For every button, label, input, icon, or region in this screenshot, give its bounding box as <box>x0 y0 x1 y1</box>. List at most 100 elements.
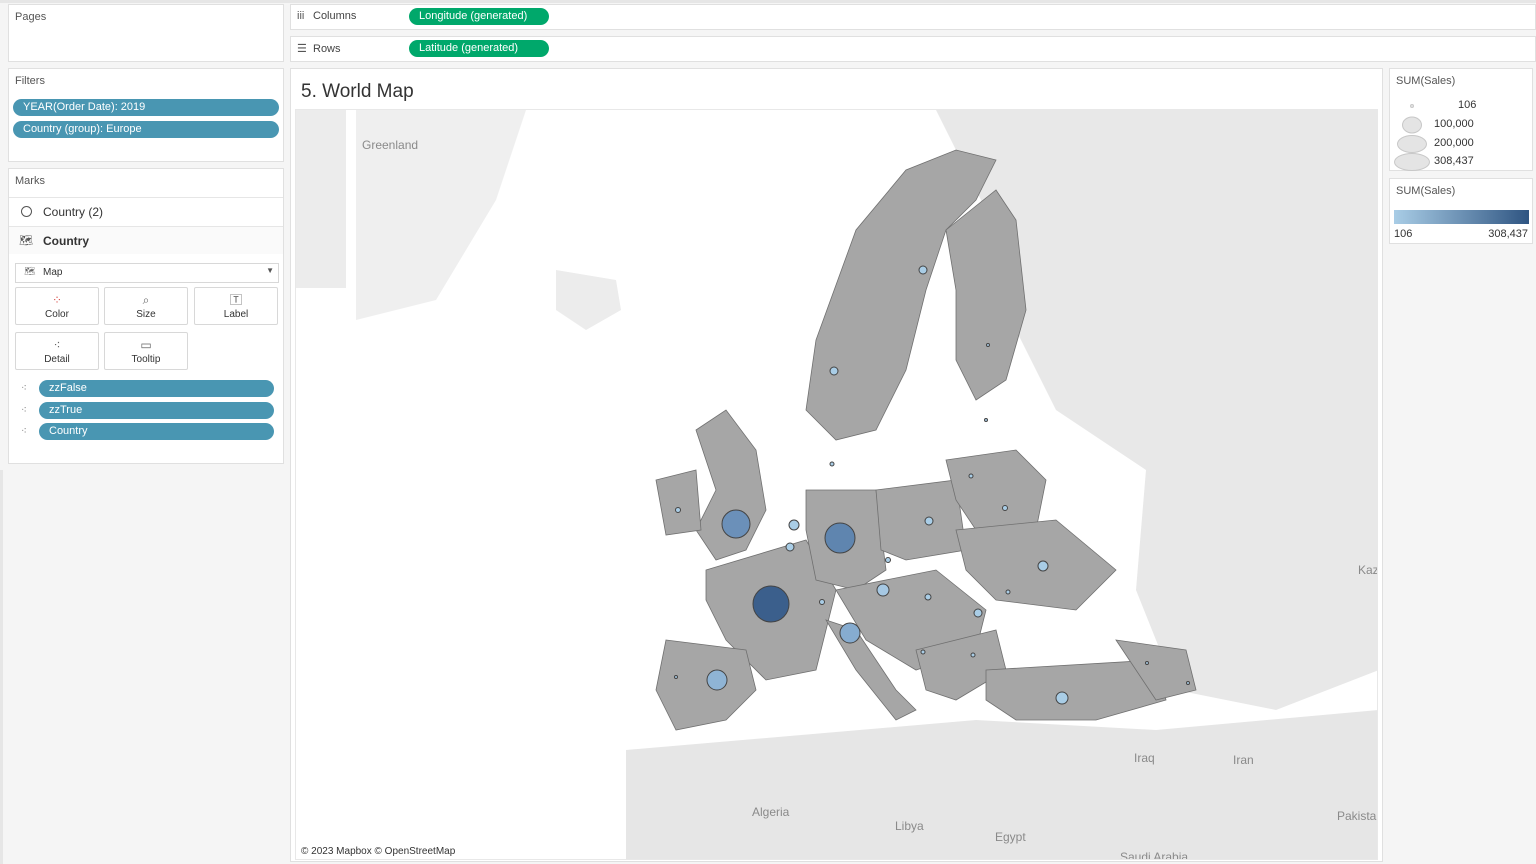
poland-region <box>875 479 967 561</box>
filters-panel: Filters YEAR(Order Date): 2019 Country (… <box>8 68 284 162</box>
size-icon: ⌕ <box>142 293 150 307</box>
sales-circle-belarus[interactable] <box>1002 505 1008 511</box>
color-legend-min: 106 <box>1394 228 1413 240</box>
longitude-pill[interactable]: Longitude (generated) <box>409 8 549 25</box>
detail-button[interactable]: ⁖ Detail <box>15 332 99 370</box>
map-svg[interactable]: Greenland Kaz Iraq Iran Algeria Libya Eg… <box>296 110 1378 860</box>
map-label: Kaz <box>1358 563 1378 577</box>
columns-icon: iii <box>297 10 305 22</box>
sales-circle-germany[interactable] <box>824 522 856 554</box>
sales-circle-denmark[interactable] <box>829 461 835 467</box>
sales-circle-azerbaijan[interactable] <box>1186 681 1190 685</box>
sales-circle-italy[interactable] <box>839 622 861 644</box>
sales-circle-sweden[interactable] <box>918 265 928 275</box>
sales-circle-portugal[interactable] <box>674 675 678 679</box>
detail-icon: ⁖ <box>21 383 27 394</box>
sales-circle-turkey[interactable] <box>1055 691 1069 705</box>
size-legend-row: 100,000 <box>1390 116 1530 134</box>
sheet-title: 5. World Map <box>301 81 414 102</box>
size-legend-title: SUM(Sales) <box>1396 75 1456 87</box>
field-pill-country[interactable]: Country <box>39 423 274 440</box>
filter-pill-country-group[interactable]: Country (group): Europe <box>13 121 279 138</box>
marks-layer-label: Country <box>43 234 89 248</box>
sales-circle-bulgaria[interactable] <box>970 652 976 658</box>
marks-panel: Marks Country (2) 🗺 Country 🗺 Map ▼ ⁘ Col… <box>8 168 284 464</box>
color-legend-title: SUM(Sales) <box>1396 185 1456 197</box>
circle-icon <box>21 206 32 217</box>
map-label: Iran <box>1233 753 1254 767</box>
color-icon: ⁘ <box>51 293 63 307</box>
sales-circle-czechia[interactable] <box>885 557 891 563</box>
field-pill-zzfalse[interactable]: zzFalse <box>39 380 274 397</box>
mark-type-dropdown[interactable]: 🗺 Map ▼ <box>15 263 279 283</box>
detail-icon: ⁖ <box>53 338 61 352</box>
sales-circle-france[interactable] <box>752 585 790 623</box>
size-legend-symbol <box>1397 135 1427 153</box>
map-icon: 🗺 <box>19 235 33 247</box>
sales-circle-poland[interactable] <box>924 516 934 526</box>
map-label: Algeria <box>752 805 790 819</box>
map-attribution: © 2023 Mapbox © OpenStreetMap <box>301 846 456 857</box>
columns-label: iii Columns <box>297 10 357 22</box>
marks-layer-label: Country (2) <box>43 205 104 219</box>
map-icon: 🗺 <box>24 266 36 276</box>
filter-pill-year[interactable]: YEAR(Order Date): 2019 <box>13 99 279 116</box>
sales-circle-belgium[interactable] <box>785 542 795 552</box>
sales-circle-spain[interactable] <box>706 669 728 691</box>
marks-title: Marks <box>15 175 45 187</box>
sales-circle-estonia[interactable] <box>984 418 988 422</box>
top-strip <box>0 0 1536 3</box>
map-label: Pakista <box>1337 809 1377 823</box>
size-legend-row: 200,000 <box>1390 135 1530 153</box>
sales-circle-romania[interactable] <box>973 608 983 618</box>
pages-title: Pages <box>15 11 47 23</box>
detail-icon: ⁖ <box>21 405 27 416</box>
sales-circle-norway[interactable] <box>829 366 839 376</box>
filters-title: Filters <box>15 75 45 87</box>
sales-circle-netherlands[interactable] <box>788 519 800 531</box>
map-label: Libya <box>895 819 924 833</box>
map-label: Greenland <box>362 138 418 152</box>
marks-layer-country-2[interactable]: Country (2) <box>9 197 283 225</box>
size-legend-symbol <box>1410 104 1414 108</box>
size-legend-row: 308,437 <box>1390 153 1530 171</box>
mark-type-label: Map <box>43 267 63 278</box>
map-view[interactable]: Greenland Kaz Iraq Iran Algeria Libya Eg… <box>295 109 1378 860</box>
map-label: Iraq <box>1134 751 1155 765</box>
rows-icon: ☰ <box>297 43 307 55</box>
sales-circle-serbia[interactable] <box>920 649 926 655</box>
greenland-land <box>296 110 346 288</box>
sales-circle-hungary[interactable] <box>924 593 932 601</box>
sales-circle-ukraine[interactable] <box>1037 560 1049 572</box>
size-legend-row: 106 <box>1390 97 1530 115</box>
label-button[interactable]: 🅃 Label <box>194 287 278 325</box>
marks-layer-country[interactable]: 🗺 Country <box>9 226 283 254</box>
sales-circle-austria[interactable] <box>876 583 890 597</box>
color-button[interactable]: ⁘ Color <box>15 287 99 325</box>
sales-circle-finland[interactable] <box>986 343 990 347</box>
map-label: Saudi Arabia <box>1120 850 1188 860</box>
map-label: Egypt <box>995 830 1026 844</box>
size-legend-symbol <box>1394 153 1430 171</box>
pages-panel[interactable]: Pages <box>8 4 284 62</box>
latitude-pill[interactable]: Latitude (generated) <box>409 40 549 57</box>
sales-circle-ireland[interactable] <box>675 507 681 513</box>
color-ramp <box>1394 210 1529 224</box>
left-sidebar-edge <box>0 470 3 864</box>
rows-label: ☰ Rows <box>297 43 341 55</box>
tooltip-button[interactable]: ▭ Tooltip <box>104 332 188 370</box>
sales-circle-switzerland[interactable] <box>819 599 825 605</box>
field-pill-zztrue[interactable]: zzTrue <box>39 402 274 419</box>
sales-circle-georgia[interactable] <box>1145 661 1149 665</box>
size-button[interactable]: ⌕ Size <box>104 287 188 325</box>
label-icon: 🅃 <box>229 293 242 307</box>
columns-shelf[interactable]: iii Columns Longitude (generated) <box>290 4 1536 30</box>
rows-shelf[interactable]: ☰ Rows Latitude (generated) <box>290 36 1536 62</box>
detail-icon: ⁖ <box>21 426 27 437</box>
color-legend[interactable]: SUM(Sales) 106 308,437 <box>1389 178 1533 244</box>
tooltip-icon: ▭ <box>140 338 152 352</box>
sales-circle-lithuania[interactable] <box>968 473 974 479</box>
sales-circle-moldova[interactable] <box>1005 589 1011 595</box>
size-legend[interactable]: SUM(Sales) 106 100,000 200,000 308,437 <box>1389 68 1533 171</box>
sales-circle-uk[interactable] <box>721 509 751 539</box>
